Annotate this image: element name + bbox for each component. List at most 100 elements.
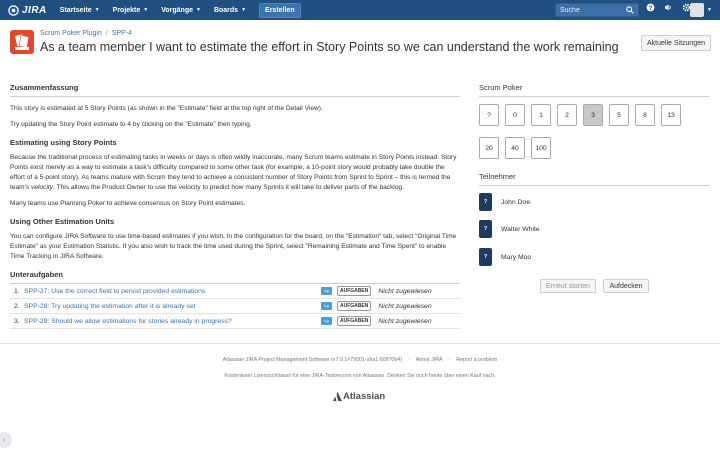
participant: ? Walter White xyxy=(479,220,540,238)
footer-about-link[interactable]: About JIRA xyxy=(416,357,443,363)
subtask-row: 1. SPP-27: Use the correct field to pers… xyxy=(10,284,460,299)
subtask-number: 3. xyxy=(14,317,20,325)
chevron-down-icon: ▼ xyxy=(241,7,247,13)
summary-heading: Zusammenfassung xyxy=(10,83,460,97)
footer-divider xyxy=(0,343,720,344)
breadcrumb-separator: / xyxy=(105,30,108,37)
participant-card: ? xyxy=(479,248,492,266)
subtasks-heading: Unteraufgaben xyxy=(10,270,460,284)
subtask-assignee: Nicht zugewiesen xyxy=(378,287,432,295)
poker-card[interactable]: 2 xyxy=(557,104,577,126)
poker-card[interactable]: 0 xyxy=(505,104,525,126)
other-units-heading: Using Other Estimation Units xyxy=(10,217,115,226)
notification-icon[interactable] xyxy=(664,3,673,14)
subtask-type-icon: ↪ xyxy=(321,317,332,325)
poker-card[interactable]: 13 xyxy=(661,104,681,126)
user-avatar[interactable] xyxy=(690,3,704,17)
poker-card[interactable]: 100 xyxy=(531,137,551,159)
paragraph-3-emphasis: velocity xyxy=(31,184,54,191)
jira-logo-text: JIRA xyxy=(22,4,47,16)
chevron-down-icon: ▼ xyxy=(196,7,201,13)
scrum-poker-panel: Scrum Poker xyxy=(479,83,709,97)
atlassian-logo-icon xyxy=(332,391,343,402)
page-title: As a team member I want to estimate the … xyxy=(40,40,619,54)
scrum-poker-heading: Scrum Poker xyxy=(479,83,709,97)
description-section: Zusammenfassung This story is estimated … xyxy=(10,83,460,329)
subtask-number: 2. xyxy=(14,302,20,310)
top-navigation: JIRA Startseite ▼ Projekte ▼ Vorgänge ▼ Boa… xyxy=(0,0,720,20)
chevron-down-icon: ▼ xyxy=(94,7,100,13)
nav-boards[interactable]: Boards ▼ xyxy=(214,7,246,14)
subtask-type-icon: ↪ xyxy=(321,287,332,295)
poker-card[interactable]: 40 xyxy=(505,137,525,159)
nav-startseite[interactable]: Startseite ▼ xyxy=(60,7,100,14)
participant-card: ? xyxy=(479,220,492,238)
reveal-button[interactable]: Aufdecken xyxy=(603,279,649,293)
poker-card[interactable]: 5 xyxy=(609,104,629,126)
footer-separator: · xyxy=(408,357,410,363)
participant-name: Walter White xyxy=(501,225,540,233)
participant-card: ? xyxy=(479,193,492,211)
poker-card[interactable]: 8 xyxy=(635,104,655,126)
restart-button[interactable]: Erneut starten xyxy=(540,279,596,293)
poker-card[interactable]: ? xyxy=(479,104,499,126)
status-badge: AUFGABEN xyxy=(337,316,372,326)
paragraph-3-text-b: . This allows the Product Owner to use t… xyxy=(53,184,405,191)
subtask-number: 1. xyxy=(14,287,20,295)
subtask-link[interactable]: SPP-29: Should we allow estimations for … xyxy=(24,318,321,325)
participants-heading: Teilnehmer xyxy=(479,172,709,186)
nav-projekte-label: Projekte xyxy=(112,6,141,14)
help-icon[interactable]: ? xyxy=(646,3,655,14)
participant-name: John Doe xyxy=(501,198,531,206)
search-icon xyxy=(626,6,634,14)
nav-vorgaenge-label: Vorgänge xyxy=(161,6,193,14)
participant-name: Mary Moo xyxy=(501,253,532,261)
poker-logo-icon xyxy=(15,34,29,50)
participant: ? John Doe xyxy=(479,193,530,211)
create-button[interactable]: Erstellen xyxy=(259,2,301,18)
breadcrumb-project[interactable]: Scrum Poker Plugin xyxy=(40,30,102,37)
subtask-link[interactable]: SPP-28: Try updating the estimation afte… xyxy=(24,303,321,310)
breadcrumb: Scrum Poker Plugin / SPP-4 xyxy=(40,30,132,37)
atlassian-logo-text: Atlassian xyxy=(343,391,386,402)
nav-vorgaenge[interactable]: Vorgänge ▼ xyxy=(161,7,201,14)
nav-projekte[interactable]: Projekte ▼ xyxy=(113,7,149,14)
search-placeholder: Suche xyxy=(560,6,580,14)
subtask-assignee: Nicht zugewiesen xyxy=(378,302,432,310)
footer-license-text: Kostenloser Lizenzschlüssel für eine JIR… xyxy=(224,373,496,379)
subtask-assignee: Nicht zugewiesen xyxy=(378,317,432,325)
summary-paragraph-1: This story is estimated at 5 Story Point… xyxy=(10,105,323,112)
nav-startseite-label: Startseite xyxy=(59,6,92,14)
nav-boards-label: Boards xyxy=(213,6,239,14)
footer-separator: · xyxy=(448,357,451,363)
subtask-type-icon: ↪ xyxy=(321,302,332,310)
footer-report-link[interactable]: Report a problem xyxy=(456,357,497,363)
chevron-down-icon[interactable]: ▼ xyxy=(707,7,712,13)
footer-version[interactable]: Atlassian JIRA Project Management Softwa… xyxy=(223,357,402,363)
summary-paragraph-5: You can configure JIRA Software to use t… xyxy=(10,233,457,260)
poker-card-selected[interactable]: 3 xyxy=(583,104,603,126)
summary-paragraph-2: Try updating the Story Point estimate to… xyxy=(10,121,252,128)
status-badge: AUFGABEN xyxy=(337,301,372,311)
summary-paragraph-4: Many teams use Planning Poker to achieve… xyxy=(10,200,246,207)
search-input[interactable]: Suche xyxy=(555,3,639,17)
poker-card[interactable]: 1 xyxy=(531,104,551,126)
atlassian-logo[interactable]: Atlassian xyxy=(332,391,385,402)
status-badge: AUFGABEN xyxy=(337,286,372,296)
subtask-link[interactable]: SPP-27: Use the correct field to persist… xyxy=(24,288,321,295)
jira-logo-icon xyxy=(8,4,19,16)
estimating-heading: Estimating using Story Points xyxy=(10,138,117,147)
jira-logo[interactable]: JIRA xyxy=(8,5,47,16)
breadcrumb-issue[interactable]: SPP-4 xyxy=(112,30,132,37)
summary-paragraph-3: Because the traditional process of estim… xyxy=(10,153,460,193)
project-avatar[interactable] xyxy=(10,30,34,54)
sidebar-expand-icon[interactable]: › xyxy=(0,432,12,448)
footer-links: Atlassian JIRA Project Management Softwa… xyxy=(0,357,720,363)
chevron-down-icon: ▼ xyxy=(143,7,149,13)
subtask-row: 3. SPP-29: Should we allow estimations f… xyxy=(10,314,460,329)
participant: ? Mary Moo xyxy=(479,248,531,266)
svg-text:?: ? xyxy=(649,5,653,12)
poker-card[interactable]: 20 xyxy=(479,137,499,159)
current-sessions-button[interactable]: Aktuelle Sitzungen xyxy=(641,35,711,51)
subtask-row: 2. SPP-28: Try updating the estimation a… xyxy=(10,299,460,314)
